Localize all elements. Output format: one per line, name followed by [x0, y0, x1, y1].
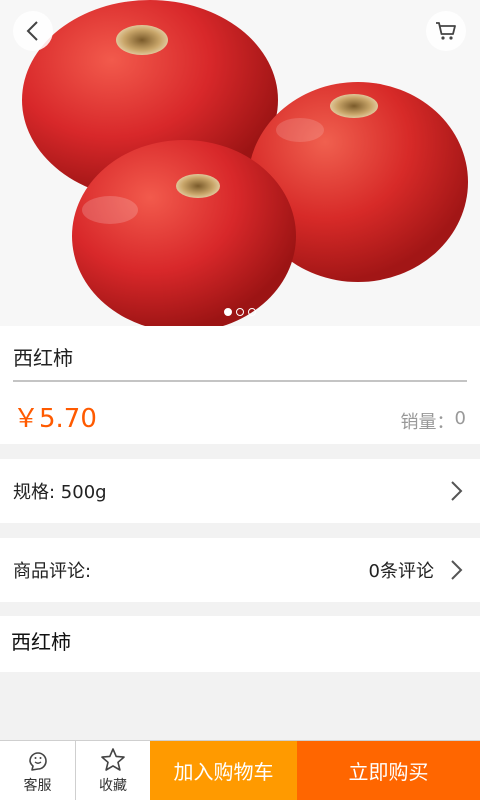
product-info-panel: 西红柿 ￥5.70 销量： 0	[0, 326, 480, 444]
description-text: 西红柿	[11, 630, 71, 654]
favorite-label: 收藏	[99, 777, 127, 794]
service-icon	[28, 751, 47, 771]
reviews-count: 0条评论	[368, 561, 434, 582]
product-image-carousel[interactable]	[0, 0, 480, 326]
product-description: 西红柿	[0, 616, 480, 672]
customer-service-button[interactable]: 客服	[0, 741, 75, 800]
product-title: 西红柿	[13, 346, 73, 370]
cart-button[interactable]	[426, 11, 466, 51]
spec-row[interactable]: 规格: 500g	[0, 459, 480, 523]
chevron-right-icon	[451, 560, 463, 580]
back-icon	[26, 21, 38, 41]
sales-count: 销量： 0	[401, 408, 466, 434]
carousel-dot-2[interactable]	[236, 308, 244, 316]
reviews-row[interactable]: 商品评论: 0条评论	[0, 538, 480, 602]
add-to-cart-button[interactable]: 加入购物车	[150, 741, 297, 800]
carousel-indicator	[0, 308, 480, 318]
chevron-right-icon	[451, 481, 463, 501]
back-button[interactable]	[13, 11, 53, 51]
star-icon	[101, 747, 125, 771]
cart-icon	[436, 22, 456, 40]
bottom-action-bar: 客服 收藏 加入购物车 立即购买	[0, 740, 480, 800]
buy-now-button[interactable]: 立即购买	[297, 741, 480, 800]
service-label: 客服	[23, 777, 52, 794]
spec-label: 规格: 500g	[13, 482, 107, 503]
tomatoes-photo	[0, 0, 480, 326]
divider	[13, 380, 467, 382]
favorite-button[interactable]: 收藏	[75, 741, 150, 800]
sales-value: 0	[454, 408, 466, 429]
sales-label: 销量：	[400, 412, 455, 433]
reviews-label: 商品评论:	[13, 561, 92, 582]
product-price: ￥5.70	[13, 404, 97, 434]
carousel-dot-3[interactable]	[248, 308, 256, 316]
carousel-dot-1[interactable]	[224, 308, 232, 316]
